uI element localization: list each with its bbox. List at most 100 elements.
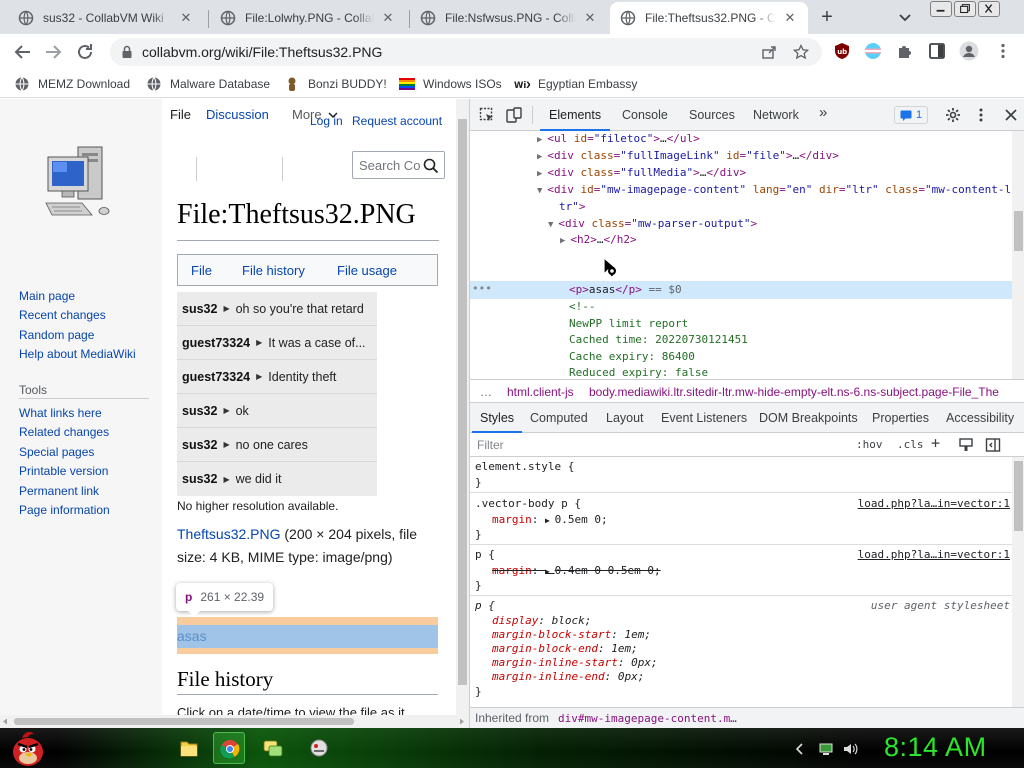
collapse-triangle-icon[interactable]: ▼ bbox=[537, 186, 542, 196]
kebab-menu-icon[interactable] bbox=[994, 42, 1012, 60]
sidebar-item-random-page[interactable]: Random page bbox=[19, 328, 94, 342]
close-icon[interactable]: ✕ bbox=[782, 10, 798, 26]
file-nav-file-link[interactable]: File bbox=[191, 263, 212, 278]
css-selector[interactable]: .vector-body p {load.php?la…in=vector:1 bbox=[475, 497, 1012, 511]
tab-file[interactable]: File bbox=[170, 99, 191, 129]
css-declaration[interactable]: margin-inline-end: 0px; bbox=[492, 670, 644, 684]
wiki-vertical-scrollbar[interactable] bbox=[456, 99, 469, 715]
css-source-link[interactable]: load.php?la…in=vector:1 bbox=[858, 548, 1010, 562]
kebab-menu-icon[interactable] bbox=[973, 107, 989, 123]
css-selector[interactable]: p {load.php?la…in=vector:1 bbox=[475, 548, 1012, 562]
tab-accessibility[interactable]: Accessibility bbox=[946, 411, 1014, 425]
dom-scrollbar[interactable] bbox=[1012, 131, 1024, 379]
taskbar-item-chat[interactable] bbox=[257, 732, 289, 764]
bookmark-item[interactable]: Malware Database bbox=[146, 76, 270, 92]
tab-dom-breakpoints[interactable]: DOM Breakpoints bbox=[759, 411, 858, 425]
breadcrumb-ellipsis[interactable]: … bbox=[480, 385, 492, 399]
sidebar-item-main-page[interactable]: Main page bbox=[19, 289, 75, 303]
bookmark-item[interactable]: WiX Egyptian Embassy bbox=[514, 76, 637, 92]
close-icon[interactable]: ✕ bbox=[380, 10, 396, 26]
browser-tab[interactable]: File:Lolwhy.PNG - Collab ✕ bbox=[210, 2, 406, 34]
css-declaration-overridden[interactable]: margin: ▶ 0.4em 0 0.5em 0; bbox=[492, 564, 661, 579]
add-rule-icon[interactable]: + bbox=[931, 434, 940, 452]
start-button-angry-bird-icon[interactable] bbox=[8, 728, 48, 768]
dom-comment[interactable]: <!-- bbox=[569, 299, 596, 316]
bookmark-item[interactable]: Windows ISOs bbox=[399, 76, 502, 92]
file-link[interactable]: Theftsus32.PNG bbox=[177, 526, 281, 542]
sidebar-item-related-changes[interactable]: Related changes bbox=[19, 425, 109, 439]
sidebar-item-permanent-link[interactable]: Permanent link bbox=[19, 484, 99, 498]
sidebar-item-help[interactable]: Help about MediaWiki bbox=[19, 347, 136, 361]
extensions-puzzle-icon[interactable] bbox=[896, 42, 914, 60]
sidebar-item-special-pages[interactable]: Special pages bbox=[19, 445, 94, 459]
tab-styles[interactable]: Styles bbox=[480, 411, 514, 425]
css-declaration[interactable]: margin-inline-start: 0px; bbox=[492, 656, 658, 670]
browser-tab[interactable]: sus32 - CollabVM Wiki ✕ bbox=[8, 2, 204, 34]
expand-triangle-icon[interactable]: ▶ bbox=[537, 152, 542, 162]
close-icon[interactable]: ✕ bbox=[178, 10, 194, 26]
expand-triangle-icon[interactable]: ▶ bbox=[545, 567, 555, 576]
minimize-button[interactable] bbox=[930, 1, 952, 17]
hover-state-button[interactable]: :hov bbox=[856, 438, 883, 451]
tab-properties[interactable]: Properties bbox=[872, 411, 929, 425]
forward-arrow-icon[interactable] bbox=[42, 41, 64, 63]
wiki-horizontal-scrollbar[interactable] bbox=[0, 715, 469, 728]
styles-scrollbar[interactable] bbox=[1012, 457, 1024, 707]
browser-tab-active[interactable]: File:Theftsus32.PNG - Coll ✕ bbox=[610, 2, 808, 34]
sidebar-item-page-information[interactable]: Page information bbox=[19, 503, 110, 517]
show-hidden-icons-icon[interactable] bbox=[792, 741, 808, 757]
ublock-origin-icon[interactable]: ub bbox=[833, 42, 851, 60]
expand-triangle-icon[interactable]: ▶ bbox=[537, 169, 542, 179]
tab-elements[interactable]: Elements bbox=[549, 108, 601, 122]
ellipsis-icon[interactable]: ••• bbox=[472, 281, 492, 298]
sidebar-item-what-links-here[interactable]: What links here bbox=[19, 406, 102, 420]
pride-extension-icon[interactable] bbox=[864, 42, 882, 60]
side-panel-icon[interactable] bbox=[928, 42, 946, 60]
bookmark-star-icon[interactable] bbox=[793, 44, 809, 60]
css-declaration[interactable]: margin-block-end: 1em; bbox=[492, 642, 638, 656]
share-icon[interactable] bbox=[761, 44, 777, 60]
expand-triangle-icon[interactable]: ▶ bbox=[560, 236, 565, 246]
gear-icon[interactable] bbox=[945, 107, 961, 123]
site-logo-computer-icon[interactable] bbox=[40, 139, 120, 229]
dom-node[interactable]: ▼ <div id="mw-imagepage-content" lang="en… bbox=[537, 182, 1011, 200]
file-nav-history-link[interactable]: File history bbox=[242, 263, 305, 278]
toggle-sidebar-icon[interactable] bbox=[985, 437, 1001, 453]
close-window-button[interactable] bbox=[978, 1, 1000, 17]
expand-triangle-icon[interactable]: ▶ bbox=[545, 516, 555, 525]
tab-sources[interactable]: Sources bbox=[689, 108, 735, 122]
inspect-element-icon[interactable] bbox=[479, 107, 495, 123]
styles-filter-input[interactable]: Filter bbox=[477, 438, 504, 452]
tab-console[interactable]: Console bbox=[622, 108, 668, 122]
device-toolbar-icon[interactable] bbox=[506, 107, 522, 123]
file-nav-usage-link[interactable]: File usage bbox=[337, 263, 397, 278]
lock-icon[interactable] bbox=[120, 45, 134, 59]
bookmark-item[interactable]: MEMZ Download bbox=[14, 76, 130, 92]
wiki-search-input[interactable]: Search Co bbox=[352, 151, 445, 179]
dom-node[interactable]: ▶ <h2>…</h2> bbox=[560, 232, 637, 250]
inherited-selector[interactable]: div#mw-imagepage-content.m… bbox=[558, 712, 737, 725]
more-tabs-button[interactable]: » bbox=[819, 104, 827, 121]
chevron-down-icon[interactable] bbox=[896, 8, 914, 26]
tab-more[interactable]: More bbox=[292, 99, 338, 129]
css-selector[interactable]: p {user agent stylesheet bbox=[475, 599, 1012, 613]
paint-brush-icon[interactable] bbox=[958, 437, 974, 453]
address-bar[interactable]: collabvm.org/wiki/File:Theftsus32.PNG bbox=[110, 38, 822, 66]
search-icon[interactable] bbox=[423, 158, 439, 174]
css-declaration[interactable]: display: block; bbox=[492, 614, 591, 628]
reload-icon[interactable] bbox=[74, 41, 96, 63]
close-icon[interactable]: ✕ bbox=[582, 10, 598, 26]
scrollbar-thumb[interactable] bbox=[1014, 461, 1023, 531]
collapse-triangle-icon[interactable]: ▼ bbox=[548, 220, 553, 230]
tab-discussion[interactable]: Discussion bbox=[206, 99, 269, 129]
sidebar-item-printable-version[interactable]: Printable version bbox=[19, 464, 108, 478]
tab-network[interactable]: Network bbox=[753, 108, 799, 122]
taskbar-clock[interactable]: 8:14 AM bbox=[884, 732, 987, 763]
css-selector[interactable]: element.style { bbox=[475, 460, 574, 474]
back-arrow-icon[interactable] bbox=[12, 41, 34, 63]
taskbar-item-explorer[interactable] bbox=[173, 732, 205, 764]
file-image-chat-screenshot[interactable]: sus32 ▶ oh so you're that retard guest7332… bbox=[177, 292, 377, 496]
scrollbar-thumb[interactable] bbox=[1014, 211, 1023, 251]
network-icon[interactable] bbox=[818, 741, 834, 757]
restore-button[interactable] bbox=[954, 1, 976, 17]
